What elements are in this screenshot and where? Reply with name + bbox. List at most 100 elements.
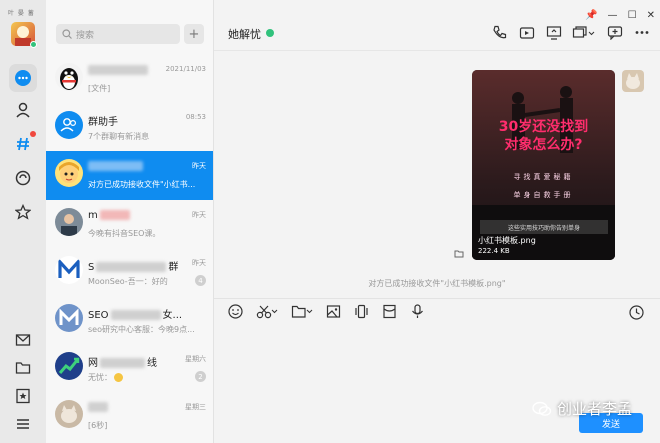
main-menu-button[interactable]	[9, 410, 37, 438]
microphone-icon[interactable]	[410, 304, 425, 319]
collection-nav-button[interactable]	[9, 382, 37, 410]
image-headline: 对象怎么办?	[504, 137, 583, 153]
history-clock-icon[interactable]	[629, 305, 644, 320]
icon-rail: 叶 晏 蓄	[0, 0, 46, 443]
add-chat-button[interactable]	[606, 24, 623, 41]
image-subtitle: 单身自救手册	[513, 191, 574, 199]
contacts-nav-button[interactable]	[9, 96, 37, 124]
red-packet-icon[interactable]	[382, 304, 397, 319]
conversation-time: 昨天	[192, 259, 206, 267]
search-input[interactable]: 搜索	[56, 24, 180, 44]
copy-screen-icon	[572, 26, 595, 38]
search-placeholder: 搜索	[76, 30, 95, 41]
screen-share-icon	[546, 26, 561, 40]
messages-nav-button[interactable]	[9, 64, 37, 92]
conversation-name: 网线	[88, 358, 157, 369]
notification-badge	[30, 131, 36, 137]
conversation-time: 08:53	[185, 113, 206, 121]
conversation-time: 昨天	[192, 211, 206, 219]
screen-share-button[interactable]	[545, 24, 562, 41]
conversation-list: 搜索 + 2021/11/03 [文件] 群助手 08:53 7个群聊有新消息	[46, 0, 214, 443]
open-folder-icon[interactable]	[454, 249, 464, 259]
conversation-name: m	[88, 210, 130, 221]
image-message[interactable]: 30岁还没找到 对象怎么办? 寻找真爱秘籍 单身自救手册 这些实用技巧助你告别单…	[472, 70, 615, 260]
conversation-preview: 对方已成功接收文件"小红书...	[88, 180, 196, 189]
chat-title: 她解忧	[228, 28, 261, 41]
conversation-preview: [文件]	[88, 84, 111, 93]
group-assistant-icon	[55, 111, 83, 139]
zone-icon	[15, 170, 31, 186]
moonseo-logo-icon	[55, 304, 83, 332]
chat-panel: 📌 — ☐ ✕ 她解忧 30岁还没找到 对象怎么办? 寻找真爱秘籍 单身自救手册…	[214, 0, 660, 443]
voice-call-button[interactable]	[491, 24, 508, 41]
cartoon-girl-icon	[55, 159, 83, 187]
list-item[interactable]: 星期三 [6秒]	[46, 392, 213, 440]
hamburger-icon	[17, 419, 29, 429]
unread-count-badge: 2	[195, 371, 206, 382]
avatar[interactable]	[622, 70, 644, 92]
more-button[interactable]	[633, 24, 650, 41]
moonseo-logo-icon	[55, 256, 83, 284]
list-item[interactable]: S群 昨天 MoonSeo-吾一：好的 4	[46, 248, 213, 296]
qq-penguin-icon	[55, 63, 83, 91]
scissors-icon[interactable]	[256, 304, 278, 319]
header-divider	[214, 50, 660, 51]
conversation-preview: 今晚有抖音SEO课。	[88, 229, 161, 238]
channels-nav-button[interactable]	[9, 130, 37, 158]
person-photo-icon	[55, 208, 83, 236]
minimize-icon[interactable]: —	[608, 10, 618, 21]
image-subtitle: 寻找真爱秘籍	[513, 173, 574, 181]
mail-icon	[15, 334, 31, 346]
conversation-preview: 无忧：	[88, 372, 196, 383]
folder-icon[interactable]	[291, 304, 313, 319]
list-item[interactable]: m 昨天 今晚有抖音SEO课。	[46, 200, 213, 248]
hash-icon	[17, 137, 29, 151]
list-item[interactable]: 2021/11/03 [文件]	[46, 55, 213, 103]
chat-add-icon	[607, 26, 622, 40]
conversation-time: 星期六	[185, 355, 206, 363]
emoji-icon[interactable]	[228, 304, 243, 319]
app-brand-text: 叶 晏 蓄	[8, 10, 35, 17]
list-item[interactable]: 网线 星期六 无忧： 2	[46, 344, 213, 392]
add-button[interactable]: +	[184, 24, 204, 44]
conversation-preview: [6秒]	[88, 421, 108, 430]
cat-photo-icon	[55, 400, 83, 428]
conversation-name	[88, 65, 148, 76]
pin-icon[interactable]: 📌	[585, 10, 597, 21]
conversation-name: SEO 女...	[88, 310, 183, 321]
watermark: 创业者李孟	[532, 398, 632, 419]
chat-toolbar	[491, 24, 650, 41]
watermark-text: 创业者李孟	[557, 400, 633, 418]
shake-icon[interactable]	[354, 304, 369, 319]
maximize-icon[interactable]: ☐	[628, 10, 637, 21]
list-item[interactable]: SEO 女... seo研究中心客服：今晚9点...	[46, 296, 213, 344]
image-headline: 30岁还没找到	[498, 119, 589, 135]
favorites-nav-button[interactable]	[9, 198, 37, 226]
video-icon	[519, 27, 534, 39]
video-call-button[interactable]	[518, 24, 535, 41]
unread-count-badge: 4	[195, 275, 206, 286]
system-message: 对方已成功接收文件"小红书模板.png"	[368, 279, 506, 288]
star-icon	[15, 204, 31, 220]
files-nav-button[interactable]	[9, 354, 37, 382]
image-icon[interactable]	[326, 304, 341, 319]
input-toolbar	[228, 304, 425, 319]
phone-icon	[493, 25, 507, 39]
conversation-name	[88, 402, 108, 413]
list-item[interactable]: 群助手 08:53 7个群聊有新消息	[46, 103, 213, 151]
search-icon	[62, 29, 72, 39]
input-divider	[214, 298, 660, 299]
screen-record-dropdown[interactable]	[572, 24, 596, 41]
contact-icon	[16, 102, 30, 118]
conversation-name: S群	[88, 262, 179, 273]
online-status-dot	[30, 41, 37, 48]
qq-window: 叶 晏 蓄 搜索 + 2021/11/03 [文件] 群助手 08:53 7个群…	[0, 0, 660, 443]
wechat-icon	[532, 401, 552, 416]
close-icon[interactable]: ✕	[647, 10, 655, 21]
mail-nav-button[interactable]	[9, 326, 37, 354]
conversation-preview: seo研究中心客服：今晚9点...	[88, 325, 195, 334]
conversation-time: 星期三	[185, 403, 206, 411]
list-item[interactable]: 昨天 对方已成功接收文件"小红书...	[46, 151, 213, 200]
zone-nav-button[interactable]	[9, 164, 37, 192]
conversation-time: 昨天	[192, 162, 206, 170]
